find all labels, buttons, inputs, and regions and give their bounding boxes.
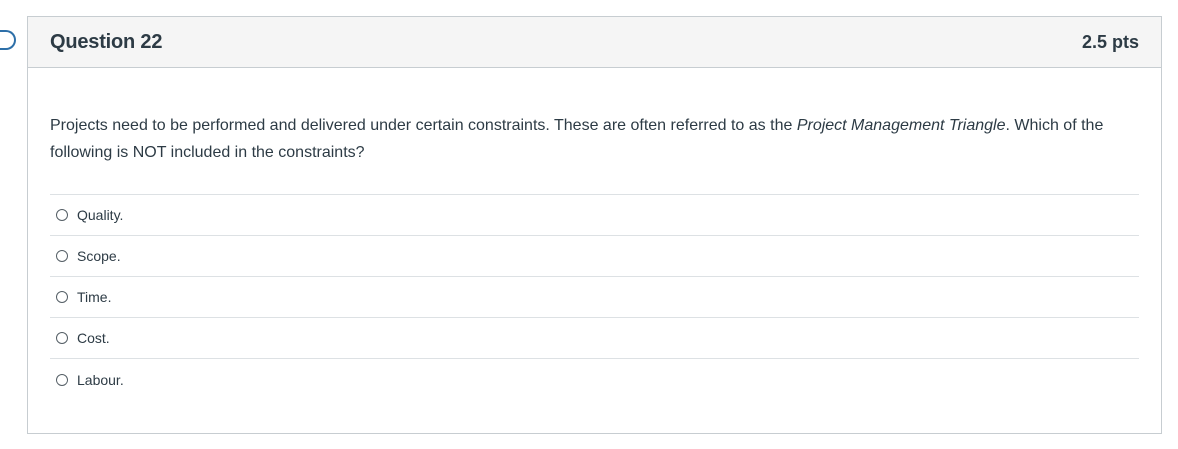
- answer-label: Cost.: [77, 330, 110, 346]
- question-text-part: Projects need to be performed and delive…: [50, 117, 797, 134]
- question-text: Projects need to be performed and delive…: [50, 112, 1139, 166]
- answer-option-quality[interactable]: Quality.: [50, 195, 1139, 236]
- quiz-question-card: Question 22 2.5 pts Projects need to be …: [27, 16, 1162, 434]
- radio-button[interactable]: [56, 250, 68, 262]
- radio-button[interactable]: [56, 291, 68, 303]
- radio-button[interactable]: [56, 209, 68, 221]
- answer-label: Scope.: [77, 248, 121, 264]
- answer-option-cost[interactable]: Cost.: [50, 318, 1139, 359]
- radio-button[interactable]: [56, 373, 68, 386]
- answer-option-time[interactable]: Time.: [50, 277, 1139, 318]
- answer-list: Quality. Scope. Time. Cost. Labour.: [50, 194, 1139, 400]
- answer-option-scope[interactable]: Scope.: [50, 236, 1139, 277]
- flag-question-icon[interactable]: [0, 30, 16, 50]
- question-text-emphasis: Project Management Triangle: [796, 117, 1006, 134]
- question-header: Question 22 2.5 pts: [28, 17, 1161, 68]
- radio-button[interactable]: [56, 332, 68, 344]
- answer-label: Quality.: [77, 207, 124, 223]
- question-points: 2.5 pts: [1081, 31, 1139, 52]
- question-title: Question 22: [50, 30, 163, 53]
- answer-option-labour[interactable]: Labour.: [50, 359, 1139, 400]
- answer-label: Time.: [77, 289, 112, 305]
- answer-label: Labour.: [77, 371, 124, 388]
- question-body: Projects need to be performed and delive…: [28, 68, 1161, 400]
